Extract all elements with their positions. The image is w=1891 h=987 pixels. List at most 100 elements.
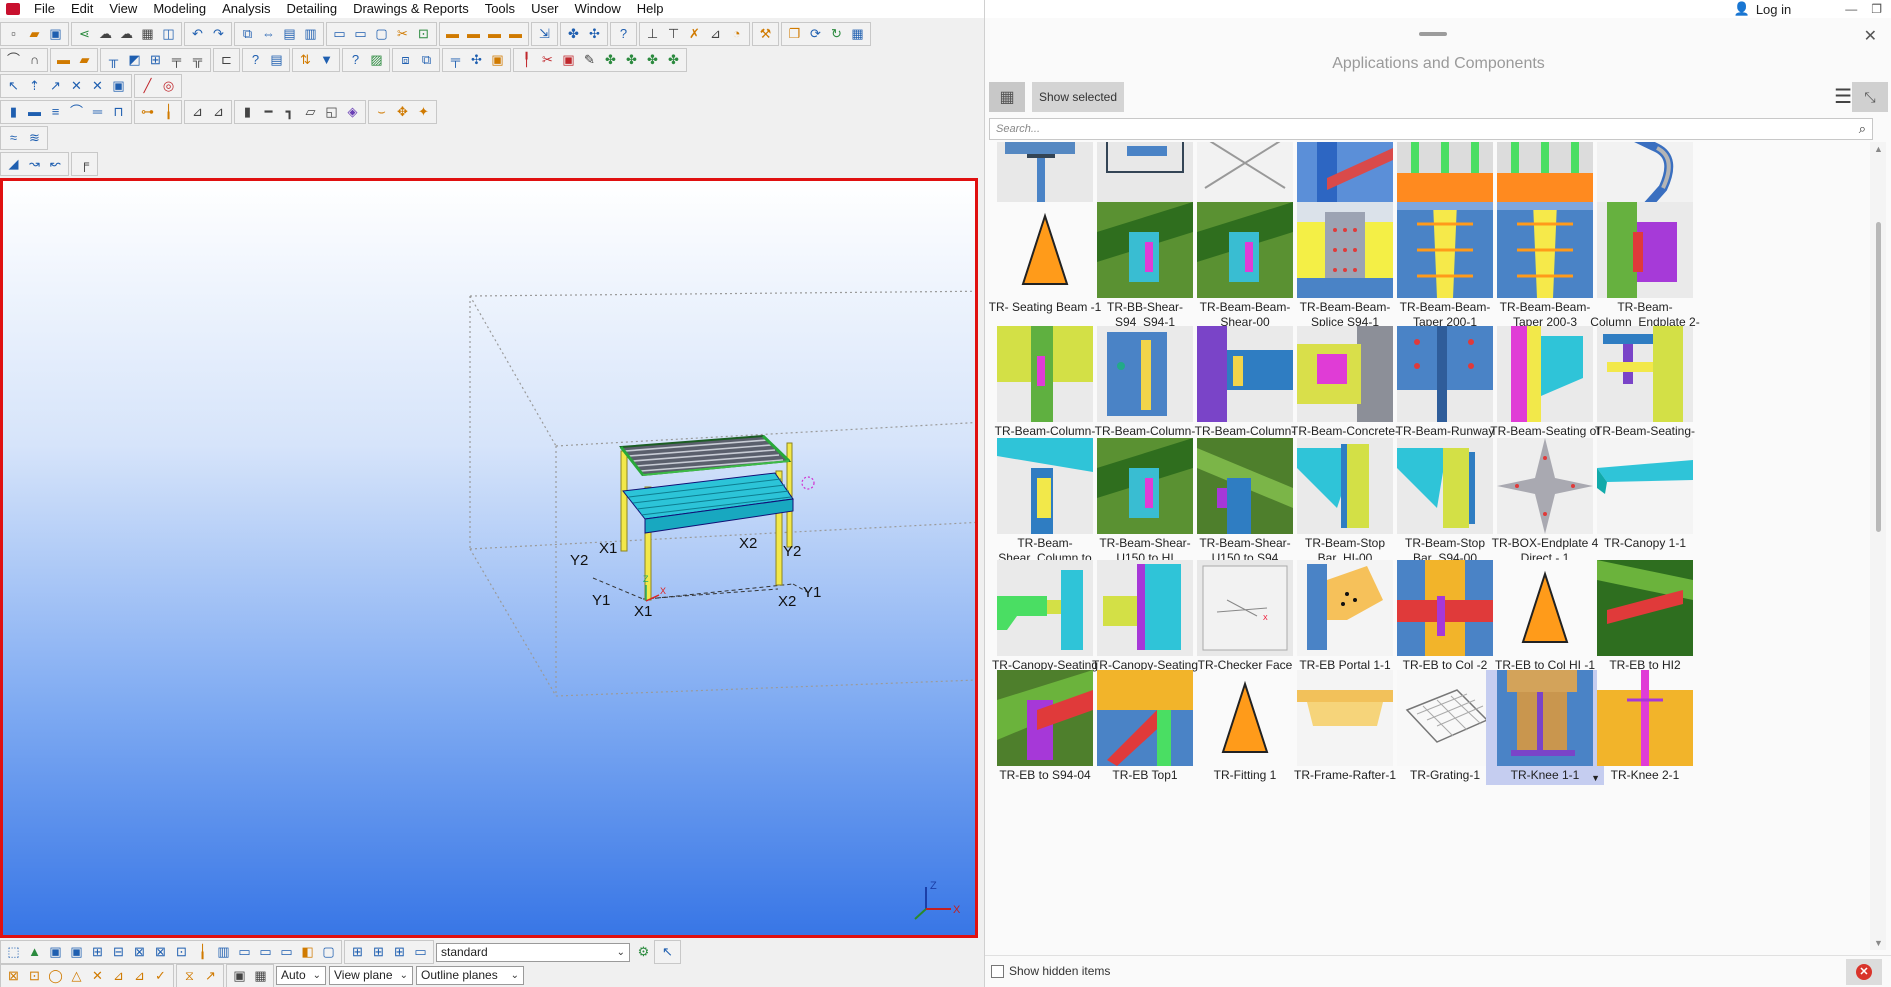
- snap-arc-icon[interactable]: ◔: [726, 24, 747, 44]
- component-item[interactable]: TR-EB Portal 1-1: [1289, 560, 1401, 673]
- select-object-icon[interactable]: ⊞: [368, 942, 389, 962]
- snap-d-icon[interactable]: ✕: [66, 76, 87, 96]
- paste-icon[interactable]: ▥: [300, 24, 321, 44]
- beam-icon[interactable]: ▬: [53, 50, 74, 70]
- analysis-f-icon[interactable]: ✤: [621, 50, 642, 70]
- template-icon[interactable]: ▬: [505, 24, 526, 44]
- select-gridline-icon[interactable]: ⊟: [108, 942, 129, 962]
- update-icon[interactable]: ↻: [826, 24, 847, 44]
- link-b-icon[interactable]: ≋: [24, 128, 45, 148]
- hammer-icon[interactable]: ⚒: [755, 24, 776, 44]
- component-item[interactable]: TR-Beam-Seating-Sliding-1: [1589, 326, 1701, 454]
- snap-depth-dropdown[interactable]: Auto ⌄: [276, 966, 326, 985]
- analysis-d-icon[interactable]: ✎: [579, 50, 600, 70]
- select-cuts-icon[interactable]: ⊠: [150, 942, 171, 962]
- select-bolts-icon[interactable]: ╽: [192, 942, 213, 962]
- frame-icon[interactable]: ╦: [187, 50, 208, 70]
- component-c-icon[interactable]: ▣: [487, 50, 508, 70]
- snap-intersection-icon[interactable]: △: [66, 966, 87, 986]
- component-item[interactable]: TR-EB to HI2: [1589, 560, 1701, 673]
- steel-beam-icon[interactable]: ▬: [24, 102, 45, 122]
- grid-view-icon[interactable]: ▦: [989, 82, 1025, 112]
- snap-center-icon[interactable]: ◯: [45, 966, 66, 986]
- save-icon[interactable]: ▣: [45, 24, 66, 44]
- column-icon[interactable]: ╥: [103, 50, 124, 70]
- catalog-scrollbar[interactable]: ▲ ▼: [1870, 142, 1886, 950]
- snap-ref-icon[interactable]: ⊠: [3, 966, 24, 986]
- polybeam-icon[interactable]: ≡: [45, 102, 66, 122]
- select-assembly-icon[interactable]: ⊞: [347, 942, 368, 962]
- rebar-b-icon[interactable]: ↝: [24, 154, 45, 174]
- windows-icon[interactable]: ❐: [784, 24, 805, 44]
- analysis-g-icon[interactable]: ✤: [642, 50, 663, 70]
- drawing-list-icon[interactable]: ▬: [442, 24, 463, 44]
- component-item[interactable]: TR-Frame-Rafter-1: [1289, 670, 1401, 783]
- component-item[interactable]: TR-Beam-Beam-Splice S94-1: [1289, 202, 1401, 330]
- menu-tools[interactable]: Tools: [477, 0, 523, 18]
- new-icon[interactable]: ▫: [3, 24, 24, 44]
- component-item[interactable]: TR-Canopy 1-1: [1589, 438, 1701, 551]
- menu-modeling[interactable]: Modeling: [145, 0, 214, 18]
- component-a-icon[interactable]: ╤: [445, 50, 466, 70]
- model-canvas[interactable]: Z X X1 X2 Y2 Y2 Y1 Y1 X1 X2 Z X: [3, 181, 975, 935]
- component-item[interactable]: TR-Beam-Runway Endplate-1: [1389, 326, 1501, 454]
- cut-d-icon[interactable]: ▱: [300, 102, 321, 122]
- bolt-group-icon[interactable]: ⊶: [137, 102, 158, 122]
- select-single-bolt-icon[interactable]: ▥: [213, 942, 234, 962]
- orthogonal-beam-icon[interactable]: ⊓: [108, 102, 129, 122]
- outline-planes-dropdown[interactable]: Outline planes ⌄: [416, 966, 524, 985]
- minimize-icon[interactable]: —: [1845, 2, 1857, 16]
- component-item[interactable]: TR-Knee 2-1: [1589, 670, 1701, 783]
- analysis-h-icon[interactable]: ✤: [663, 50, 684, 70]
- analysis-e-icon[interactable]: ✤: [600, 50, 621, 70]
- report-icon[interactable]: ▬: [484, 24, 505, 44]
- rebar-a-icon[interactable]: ◢: [3, 154, 24, 174]
- component-item[interactable]: TR-BOX-Endplate 4 Direct - 1: [1489, 438, 1601, 566]
- component-item[interactable]: XTR-Checker Face Symbol-01: [1189, 560, 1301, 688]
- snap-nearest-icon[interactable]: ✓: [150, 966, 171, 986]
- snap-e-icon[interactable]: ✕: [87, 76, 108, 96]
- menu-icon[interactable]: ☰: [1834, 84, 1852, 109]
- component-item[interactable]: TR-Canopy-Seating 2-1: [1089, 560, 1201, 688]
- component-item[interactable]: TR-Fitting 1: [1189, 670, 1301, 783]
- weld-a-icon[interactable]: ⊿: [187, 102, 208, 122]
- snap-any-icon[interactable]: ↗: [200, 966, 221, 986]
- tool-b-icon[interactable]: ⧉: [416, 50, 437, 70]
- component-item[interactable]: TR-Beam-Beam-Shear-00: [1189, 202, 1301, 330]
- move-icon[interactable]: ⇔: [258, 24, 279, 44]
- select-points-icon[interactable]: ▣: [66, 942, 87, 962]
- scissors-icon[interactable]: ✂: [392, 24, 413, 44]
- catalog-icon[interactable]: ✣: [584, 24, 605, 44]
- cursor-icon[interactable]: ↖: [657, 942, 678, 962]
- component-item[interactable]: TR-Beam-Column-Endplate 142-1: [989, 326, 1101, 454]
- select-inquire-icon[interactable]: ?: [345, 50, 366, 70]
- snap-geom-icon[interactable]: ⊡: [24, 966, 45, 986]
- select-views-icon[interactable]: ⊡: [171, 942, 192, 962]
- component-item[interactable]: TR-EB to S94-04: [989, 670, 1101, 783]
- menu-view[interactable]: View: [101, 0, 145, 18]
- scrollbar-thumb[interactable]: [1876, 222, 1881, 532]
- inquire-icon[interactable]: ?: [245, 50, 266, 70]
- snap-circle-icon[interactable]: ◎: [158, 76, 179, 96]
- close-icon[interactable]: ✕: [1864, 26, 1877, 46]
- component-item[interactable]: TR-Beam-Column-Shear-00: [1189, 326, 1301, 454]
- fitting-a-icon[interactable]: ⌣: [371, 102, 392, 122]
- undo-icon[interactable]: ↶: [187, 24, 208, 44]
- drawing-icon[interactable]: ▬: [463, 24, 484, 44]
- select-welds-icon[interactable]: ⊠: [129, 942, 150, 962]
- component-item[interactable]: TR-Beam-Seating of Runway-00: [1489, 326, 1601, 454]
- open-icon[interactable]: ▰: [24, 24, 45, 44]
- properties-icon[interactable]: ▤: [279, 24, 300, 44]
- menu-drawings-reports[interactable]: Drawings & Reports: [345, 0, 477, 18]
- upper-grating-platform[interactable]: [619, 434, 792, 477]
- steel-column-icon[interactable]: ▮: [3, 102, 24, 122]
- show-hidden-checkbox[interactable]: Show hidden items: [991, 964, 1110, 978]
- component-item[interactable]: TR-Beam-Shear-U150 to HI: [1089, 438, 1201, 566]
- select-cast-unit-icon[interactable]: ⊞: [389, 942, 410, 962]
- component-icon[interactable]: ✤: [563, 24, 584, 44]
- component-item[interactable]: TR-Beam-Stop Bar_S94-00: [1389, 438, 1501, 566]
- copy-icon[interactable]: ⧉: [237, 24, 258, 44]
- inquire-assembly-icon[interactable]: ▤: [266, 50, 287, 70]
- frame-tool-icon[interactable]: ╒: [74, 154, 95, 174]
- select-tool-icon[interactable]: ▨: [366, 50, 387, 70]
